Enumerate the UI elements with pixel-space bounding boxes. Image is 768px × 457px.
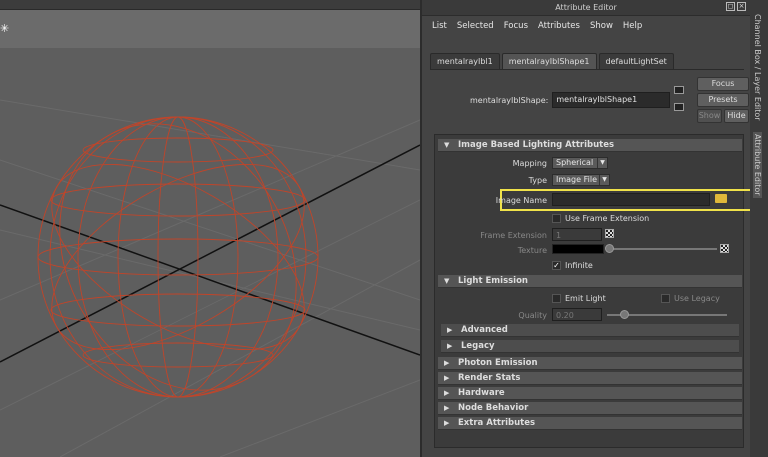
axis-line-x (0, 204, 420, 356)
texture-label: Texture (517, 246, 547, 255)
menu-list[interactable]: List (432, 21, 447, 31)
folder-browse-icon[interactable] (715, 194, 727, 203)
attribute-editor-titlebar: Attribute Editor ◻ × (422, 0, 750, 16)
menu-selected[interactable]: Selected (457, 21, 494, 31)
type-dropdown[interactable]: Image File ▼ (552, 174, 610, 186)
tab-mentalrayiblshape1[interactable]: mentalrayIblShape1 (501, 53, 597, 69)
collapse-triangle-icon: ▼ (444, 277, 450, 285)
menu-attributes[interactable]: Attributes (538, 21, 580, 31)
mapping-dropdown[interactable]: Spherical ▼ (552, 157, 608, 169)
use-frame-extension-label: Use Frame Extension (565, 214, 650, 223)
section-ibl-attributes[interactable]: ▼ Image Based Lighting Attributes (438, 139, 742, 152)
shape-name-label: mentalrayIblShape: (470, 95, 549, 105)
3d-viewport[interactable]: ✳ (0, 0, 420, 457)
texture-color-swatch[interactable] (552, 244, 604, 254)
section-hardware[interactable]: ▶ Hardware (438, 387, 742, 400)
texture-slider-knob[interactable] (605, 244, 614, 253)
ground-grid (0, 99, 420, 457)
output-connection-icon[interactable] (674, 103, 684, 111)
section-node-behavior[interactable]: ▶ Node Behavior (438, 402, 742, 415)
side-button-group: Focus Presets Show Hide (697, 77, 749, 125)
mapping-value: Spherical (556, 158, 594, 167)
side-tab-channel-box[interactable]: Channel Box / Layer Editor (753, 14, 762, 121)
ibl-sphere-wireframe[interactable] (13, 81, 344, 433)
section-render-stats[interactable]: ▶ Render Stats (438, 372, 742, 385)
input-connection-icon[interactable] (674, 86, 684, 94)
infinite-checkbox[interactable]: ✓ Infinite (552, 261, 593, 270)
quality-field[interactable]: 0.20 (552, 308, 602, 321)
section-ibl-title: Image Based Lighting Attributes (458, 140, 615, 150)
attribute-editor-panel: Attribute Editor ◻ × List Selected Focus… (420, 0, 755, 457)
frame-extension-label: Frame Extension (480, 231, 547, 240)
node-tabs: mentalrayIbl1 mentalrayIblShape1 default… (430, 53, 674, 69)
texture-slider-track[interactable] (607, 248, 717, 250)
side-tab-bar: Channel Box / Layer Editor Attribute Edi… (750, 0, 768, 457)
float-panel-icon[interactable]: ◻ (726, 2, 735, 11)
map-texture-icon[interactable] (605, 229, 614, 238)
close-panel-icon[interactable]: × (737, 2, 746, 11)
tab-mentalrayibl1[interactable]: mentalrayIbl1 (430, 53, 500, 69)
menu-show[interactable]: Show (590, 21, 613, 31)
section-extra-attributes-title: Extra Attributes (458, 418, 536, 428)
expand-triangle-icon: ▶ (444, 374, 450, 382)
attribute-editor-menubar: List Selected Focus Attributes Show Help (422, 16, 750, 36)
presets-button[interactable]: Presets (697, 93, 749, 107)
use-legacy-label: Use Legacy (674, 294, 720, 303)
subsection-legacy[interactable]: ▶ Legacy (441, 340, 739, 353)
section-extra-attributes[interactable]: ▶ Extra Attributes (438, 417, 742, 430)
chevron-down-icon: ▼ (597, 158, 607, 168)
shape-name-row: mentalrayIblShape: mentalrayIblShape1 (470, 92, 671, 108)
quality-slider-knob[interactable] (620, 310, 629, 319)
quality-label: Quality (518, 311, 547, 320)
image-name-label: Image Name (495, 196, 547, 205)
section-photon-emission-title: Photon Emission (458, 358, 538, 368)
expand-triangle-icon: ▶ (444, 389, 450, 397)
section-node-behavior-title: Node Behavior (458, 403, 529, 413)
map-texture-icon[interactable] (720, 244, 729, 253)
emit-light-label: Emit Light (565, 294, 606, 303)
use-frame-extension-checkbox[interactable]: Use Frame Extension (552, 214, 649, 223)
subsection-advanced-title: Advanced (461, 325, 508, 335)
subsection-legacy-title: Legacy (461, 341, 495, 351)
section-light-emission[interactable]: ▼ Light Emission (438, 275, 742, 288)
menu-help[interactable]: Help (623, 21, 642, 31)
section-light-emission-title: Light Emission (458, 276, 528, 286)
mapping-label: Mapping (512, 159, 547, 168)
side-tab-attribute-editor[interactable]: Attribute Editor (753, 132, 762, 198)
menu-focus[interactable]: Focus (504, 21, 528, 31)
focus-button[interactable]: Focus (697, 77, 749, 91)
attribute-editor-title: Attribute Editor (555, 3, 617, 12)
expand-triangle-icon: ▶ (444, 419, 450, 427)
subsection-advanced[interactable]: ▶ Advanced (441, 324, 739, 337)
expand-triangle-icon: ▶ (444, 359, 450, 367)
shape-name-field[interactable]: mentalrayIblShape1 (552, 92, 671, 108)
show-button[interactable]: Show (697, 109, 722, 123)
image-name-field[interactable] (552, 193, 710, 206)
frame-extension-field[interactable]: 1 (552, 228, 602, 241)
infinite-label: Infinite (565, 261, 593, 270)
attributes-scroll-panel[interactable]: ▼ Image Based Lighting Attributes Mappin… (434, 134, 755, 448)
type-value: Image File (556, 175, 597, 184)
viewport-scene (0, 81, 420, 457)
expand-triangle-icon: ▶ (444, 404, 450, 412)
use-legacy-checkbox[interactable]: Use Legacy (661, 294, 720, 303)
tab-divider (430, 69, 744, 70)
expand-triangle-icon: ▶ (447, 326, 453, 334)
section-render-stats-title: Render Stats (458, 373, 521, 383)
collapse-triangle-icon: ▼ (444, 141, 450, 149)
expand-triangle-icon: ▶ (447, 342, 453, 350)
section-hardware-title: Hardware (458, 388, 505, 398)
chevron-down-icon: ▼ (599, 175, 609, 185)
emit-light-checkbox[interactable]: Emit Light (552, 294, 606, 303)
section-photon-emission[interactable]: ▶ Photon Emission (438, 357, 742, 370)
type-label: Type (528, 176, 547, 185)
tab-defaultlightset[interactable]: defaultLightSet (598, 53, 674, 69)
hide-button[interactable]: Hide (724, 109, 749, 123)
